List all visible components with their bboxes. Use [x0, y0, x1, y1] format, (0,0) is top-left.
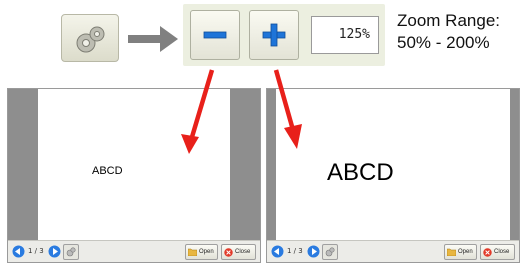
arrow-down-right-icon [273, 69, 302, 149]
callout-arrows [181, 69, 302, 154]
arrow-down-left-icon [181, 69, 215, 154]
